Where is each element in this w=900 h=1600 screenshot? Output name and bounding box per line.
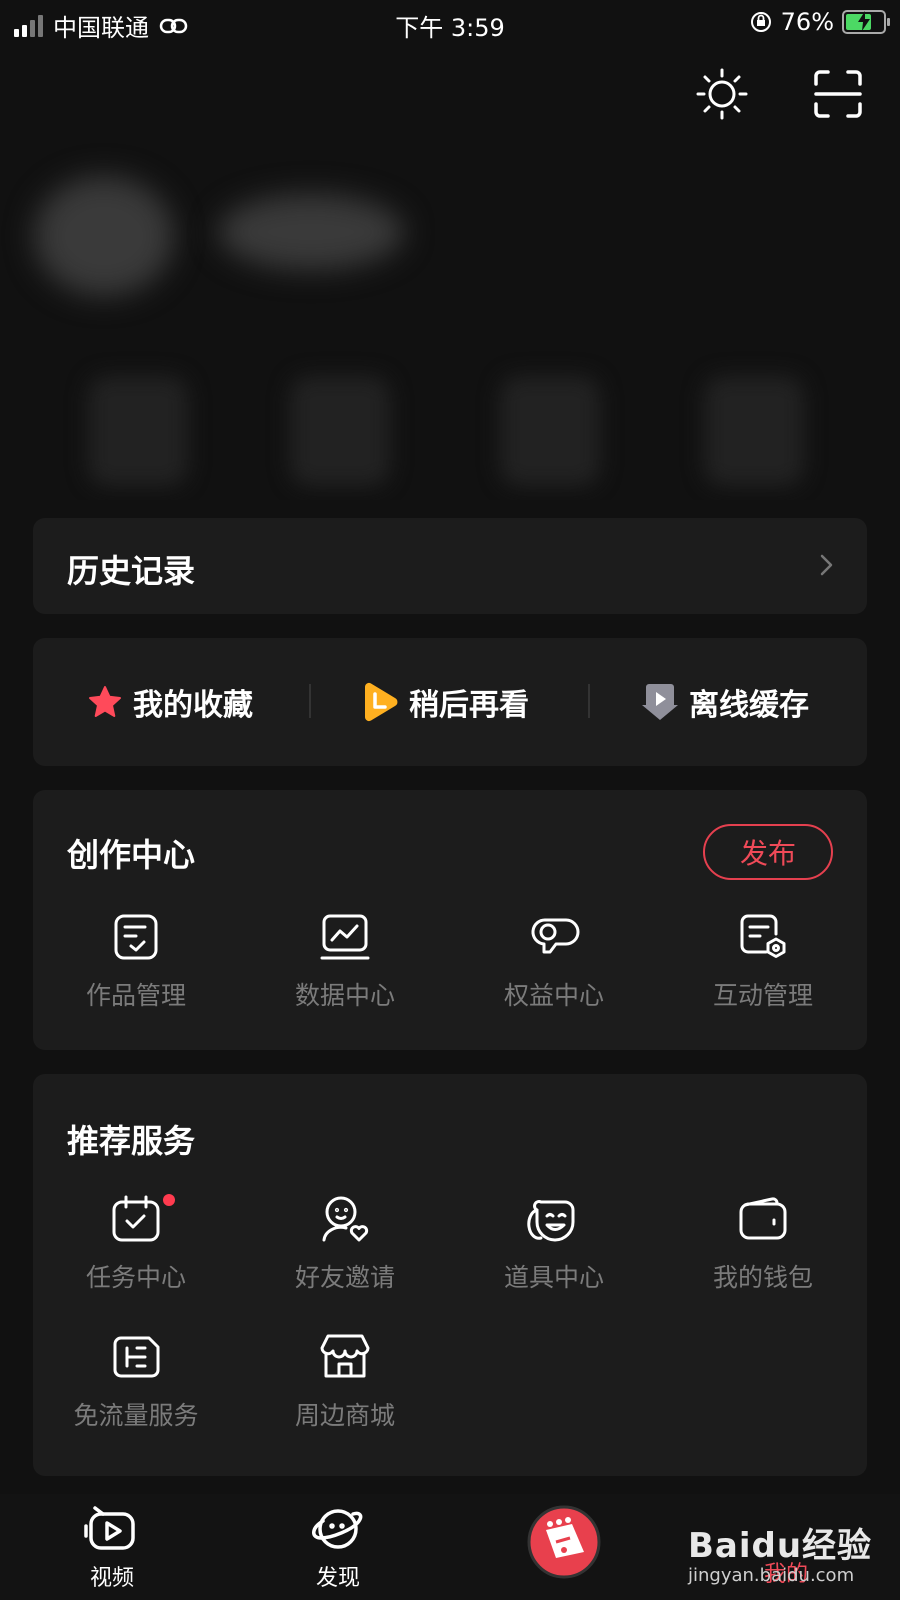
- recommend-title: 推荐服务: [67, 1122, 196, 1160]
- rights-icon: [531, 918, 580, 954]
- tab-center-avatar[interactable]: [494, 1504, 634, 1586]
- tab-discover[interactable]: 发现: [268, 1504, 408, 1592]
- data-free-icon: [113, 1336, 160, 1378]
- download-icon: [642, 684, 678, 720]
- watermark-url: jingyan.baidu.com: [688, 1565, 855, 1586]
- creator-title: 创作中心: [67, 836, 196, 874]
- data-center-label: 数据中心: [294, 981, 395, 1010]
- data-center[interactable]: 数据中心: [265, 912, 425, 1012]
- tab-discover-label: 发现: [315, 1566, 360, 1591]
- props-label: 道具中心: [503, 1263, 604, 1292]
- interaction-management[interactable]: 互动管理: [683, 912, 843, 1012]
- works-label: 作品管理: [85, 981, 186, 1010]
- data-chart-icon: [320, 914, 370, 960]
- interaction-icon: [740, 914, 786, 958]
- profile-area-blurred: [0, 140, 900, 500]
- data-free-label: 免流量服务: [73, 1401, 199, 1430]
- status-bar: 中国联通 下午 3:59 76%: [0, 0, 900, 46]
- rights-center[interactable]: 权益中心: [474, 912, 634, 1012]
- data-free-service[interactable]: 免流量服务: [56, 1332, 216, 1432]
- battery-icon: [842, 10, 890, 34]
- tab-video-label: 视频: [89, 1566, 134, 1591]
- watch-later-icon: [364, 682, 398, 722]
- creator-center: 创作中心 发布 作品管理 数据中心 权益中心 互动管理: [33, 790, 867, 1050]
- tab-video[interactable]: 视频: [42, 1504, 182, 1592]
- watch-later-link[interactable]: 稍后再看: [361, 680, 529, 724]
- offline-cache-link[interactable]: 离线缓存: [641, 680, 809, 724]
- favorites-label: 我的收藏: [133, 688, 253, 723]
- chevron-right-icon: [820, 554, 833, 576]
- history-label: 历史记录: [67, 552, 196, 590]
- wallet-icon: [739, 1197, 787, 1240]
- watermark-logo: Baidu经验: [688, 1526, 873, 1566]
- friend-invite-label: 好友邀请: [294, 1263, 395, 1292]
- props-mask-icon: [527, 1200, 575, 1242]
- task-calendar-icon: [112, 1195, 160, 1242]
- works-management[interactable]: 作品管理: [56, 912, 216, 1012]
- wallet-label: 我的钱包: [712, 1263, 813, 1292]
- task-center[interactable]: 任务中心: [56, 1194, 216, 1294]
- props-center[interactable]: 道具中心: [474, 1194, 634, 1294]
- watermark: Baidu经验 jingyan.baidu.com: [688, 1518, 878, 1586]
- publish-button[interactable]: 发布: [703, 824, 833, 880]
- avatar-center-icon: [527, 1505, 601, 1579]
- planet-icon: [312, 1509, 363, 1549]
- scan-icon[interactable]: [810, 66, 866, 122]
- notification-dot: [163, 1194, 175, 1206]
- divider: [309, 684, 311, 718]
- my-wallet[interactable]: 我的钱包: [683, 1194, 843, 1294]
- favorites-link[interactable]: 我的收藏: [87, 680, 253, 724]
- watch-later-label: 稍后再看: [409, 688, 529, 723]
- rights-label: 权益中心: [503, 981, 604, 1010]
- recommended-services: 推荐服务 任务中心 好友邀请 道具中心 我的钱包 免流量服务 周边商城: [33, 1074, 867, 1476]
- battery-percent: 76%: [780, 8, 834, 36]
- task-center-label: 任务中心: [85, 1263, 186, 1292]
- quick-links: 我的收藏 稍后再看 离线缓存: [33, 638, 867, 766]
- offline-cache-label: 离线缓存: [689, 688, 809, 723]
- brightness-icon[interactable]: [694, 66, 750, 122]
- interaction-label: 互动管理: [712, 981, 813, 1010]
- history-row[interactable]: 历史记录: [33, 518, 867, 614]
- merch-store[interactable]: 周边商城: [265, 1332, 425, 1432]
- store-label: 周边商城: [294, 1401, 395, 1430]
- works-icon: [114, 914, 158, 960]
- friend-invite-icon: [322, 1196, 369, 1242]
- divider: [588, 684, 590, 718]
- store-icon: [320, 1334, 370, 1378]
- friend-invite[interactable]: 好友邀请: [265, 1194, 425, 1294]
- star-icon: [89, 686, 121, 717]
- rotation-lock-icon: [750, 12, 771, 32]
- video-icon: [84, 1506, 135, 1550]
